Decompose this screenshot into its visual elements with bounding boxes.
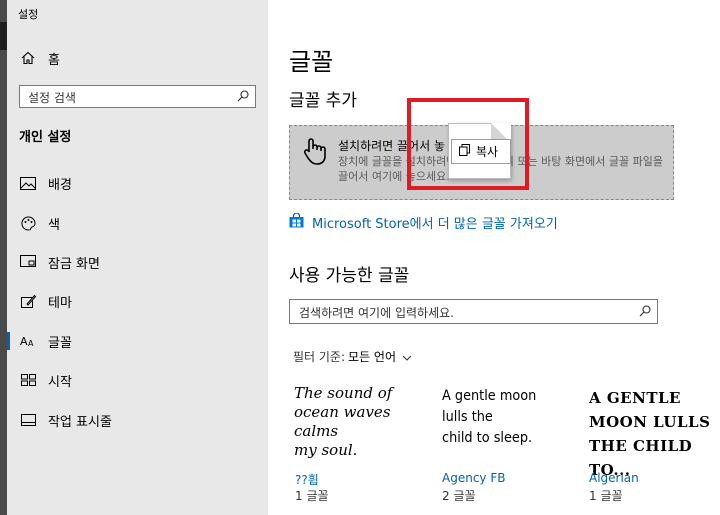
start-grid-icon — [19, 372, 37, 388]
add-fonts-heading: 글꼴 추가 — [289, 91, 357, 111]
language-filter[interactable]: 필터 기준: 모든 언어 — [293, 348, 412, 365]
store-link-label: Microsoft Store에서 더 많은 글꼴 가져오기 — [312, 217, 558, 232]
store-bag-icon — [289, 212, 304, 232]
taskbar-icon — [19, 412, 37, 428]
home-icon — [19, 50, 37, 66]
picture-icon — [19, 175, 37, 191]
settings-search-input[interactable]: 설정 검색 — [19, 85, 256, 108]
font-icon: AA — [19, 333, 37, 349]
sidebar-item-taskbar[interactable]: 작업 표시줄 — [19, 408, 112, 432]
sample-line: The sound of — [294, 384, 393, 402]
svg-text:A: A — [20, 335, 28, 347]
sample-line: A GENTLE — [589, 389, 681, 407]
filter-value: 모든 언어 — [348, 350, 397, 364]
desktop-edge — [0, 0, 7, 515]
sidebar-item-start[interactable]: 시작 — [19, 368, 72, 392]
filter-label: 필터 기준: — [293, 350, 346, 364]
sidebar: 설정 홈 설정 검색 개인 설정 배경 색 잠금 화면 테마 A A 글꼴 시작… — [7, 0, 268, 515]
sidebar-item-lock-screen[interactable]: 잠금 화면 — [19, 250, 100, 274]
svg-text:A: A — [28, 339, 34, 347]
sample-line: child to sleep. — [442, 430, 533, 446]
search-icon — [237, 90, 249, 105]
store-link[interactable]: Microsoft Store에서 더 많은 글꼴 가져오기 — [289, 212, 558, 232]
font-name[interactable]: ??휩 — [295, 471, 319, 488]
chevron-down-icon — [402, 350, 412, 364]
sample-line: my soul. — [294, 441, 358, 459]
sample-line: ocean waves calms — [294, 403, 391, 440]
font-name[interactable]: Algerian — [589, 471, 639, 485]
highlight-annotation-box — [407, 98, 529, 190]
search-placeholder: 설정 검색 — [28, 91, 76, 105]
sidebar-item-label: 글꼴 — [48, 335, 72, 351]
page-title: 글꼴 — [289, 48, 334, 76]
font-name[interactable]: Agency FB — [442, 471, 505, 485]
font-count: 1 글꼴 — [295, 489, 329, 503]
sidebar-item-label: 색 — [48, 217, 60, 233]
sidebar-item-theme[interactable]: 테마 — [19, 289, 72, 313]
font-sample-preview[interactable]: A gentle moon lulls the child to sleep. — [442, 386, 562, 449]
font-search-input[interactable]: 검색하려면 여기에 입력하세요. — [289, 299, 658, 324]
lock-screen-icon — [19, 254, 37, 270]
available-fonts-heading: 사용 가능한 글꼴 — [289, 266, 410, 286]
brush-icon — [19, 293, 37, 309]
palette-icon — [19, 215, 37, 231]
sidebar-item-label: 배경 — [48, 177, 72, 193]
main-content: 글꼴 글꼴 추가 설치하려면 끌어서 놓 장치에 글꼴을 설치하려면 파일 탐색… — [268, 0, 720, 515]
sidebar-item-label: 잠금 화면 — [48, 256, 100, 272]
font-count: 2 글꼴 — [442, 489, 476, 503]
sidebar-item-label: 작업 표시줄 — [48, 414, 112, 430]
sample-line: MOON LULLS — [589, 413, 711, 431]
window-title: 설정 — [18, 8, 39, 21]
font-sample-preview[interactable]: A GENTLE MOON LULLS THE CHILD TO... — [589, 386, 719, 482]
search-icon — [639, 305, 651, 320]
sidebar-item-home[interactable]: 홈 — [19, 46, 60, 70]
font-search-placeholder: 검색하려면 여기에 입력하세요. — [299, 306, 454, 320]
font-sample-preview[interactable]: The sound of ocean waves calms my soul. — [294, 384, 424, 460]
hand-pointer-icon — [300, 136, 330, 170]
sidebar-item-background[interactable]: 배경 — [19, 171, 72, 195]
section-heading: 개인 설정 — [19, 130, 72, 145]
desktop-edge-block — [0, 22, 7, 50]
sample-line: A gentle moon lulls the — [442, 388, 537, 425]
sidebar-item-fonts[interactable]: AA 글꼴 — [7, 329, 72, 353]
sidebar-item-label: 테마 — [48, 295, 72, 311]
sidebar-item-label: 시작 — [48, 374, 72, 390]
sidebar-item-color[interactable]: 색 — [19, 211, 60, 235]
sidebar-item-label: 홈 — [48, 52, 60, 68]
font-count: 1 글꼴 — [589, 489, 623, 503]
